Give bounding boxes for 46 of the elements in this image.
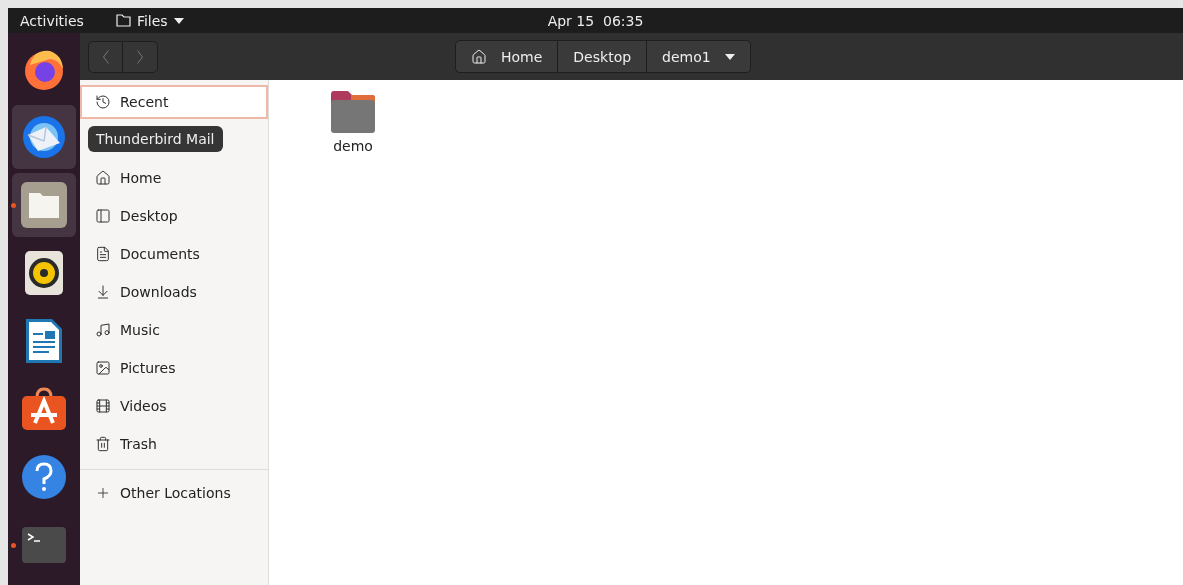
dock-item[interactable] [12,105,76,169]
film-icon [95,398,111,414]
home-icon [471,48,487,65]
sidebar-item[interactable]: Documents [80,237,268,271]
clock-icon [95,94,111,110]
dock-item[interactable] [12,173,76,237]
panel-icon [95,208,111,224]
chevron-right-icon [137,49,143,64]
sidebar-item[interactable]: Downloads [80,275,268,309]
tooltip: Thunderbird Mail [88,126,223,152]
folder-icon [115,14,131,27]
mail-globe-icon [20,113,68,161]
other-locations-item[interactable]: Other Locations [80,476,268,510]
terminal-icon [22,527,66,563]
sidebar-item[interactable]: Recent [80,85,268,119]
chevron-left-icon [102,49,109,64]
path-button[interactable]: demo1 [647,40,751,73]
speaker-icon [24,250,64,296]
sidebar-item[interactable]: Videos [80,389,268,423]
trash-icon [95,436,111,452]
sidebar-item[interactable]: Desktop [80,199,268,233]
file-name[interactable]: demo [333,138,373,154]
music-note-icon [95,322,111,338]
document-icon [95,246,111,262]
activities-button[interactable]: Activities [20,12,84,29]
sidebar-item[interactable]: Pictures [80,351,268,385]
folder-icon[interactable] [329,90,377,134]
path-button[interactable]: Desktop [558,40,648,73]
app-menu[interactable]: Files [115,12,184,29]
caret-icon [724,53,735,60]
help-icon [21,454,67,500]
document-icon [24,317,64,365]
caret-icon [173,17,184,24]
clock-text[interactable]: Apr 15 06:35 [547,12,644,29]
path-button[interactable]: Home [455,40,559,73]
shopping-bag-icon [21,387,67,431]
download-icon [95,284,111,300]
folder-icon [20,181,68,229]
plus-icon [95,485,111,501]
sidebar-item[interactable]: Trash [80,427,268,461]
image-icon [95,360,111,376]
home-icon [95,170,111,186]
sidebar-item[interactable]: Home [80,161,268,195]
running-indicator [11,203,16,208]
sidebar-item[interactable]: Music [80,313,268,347]
running-indicator [11,543,16,548]
